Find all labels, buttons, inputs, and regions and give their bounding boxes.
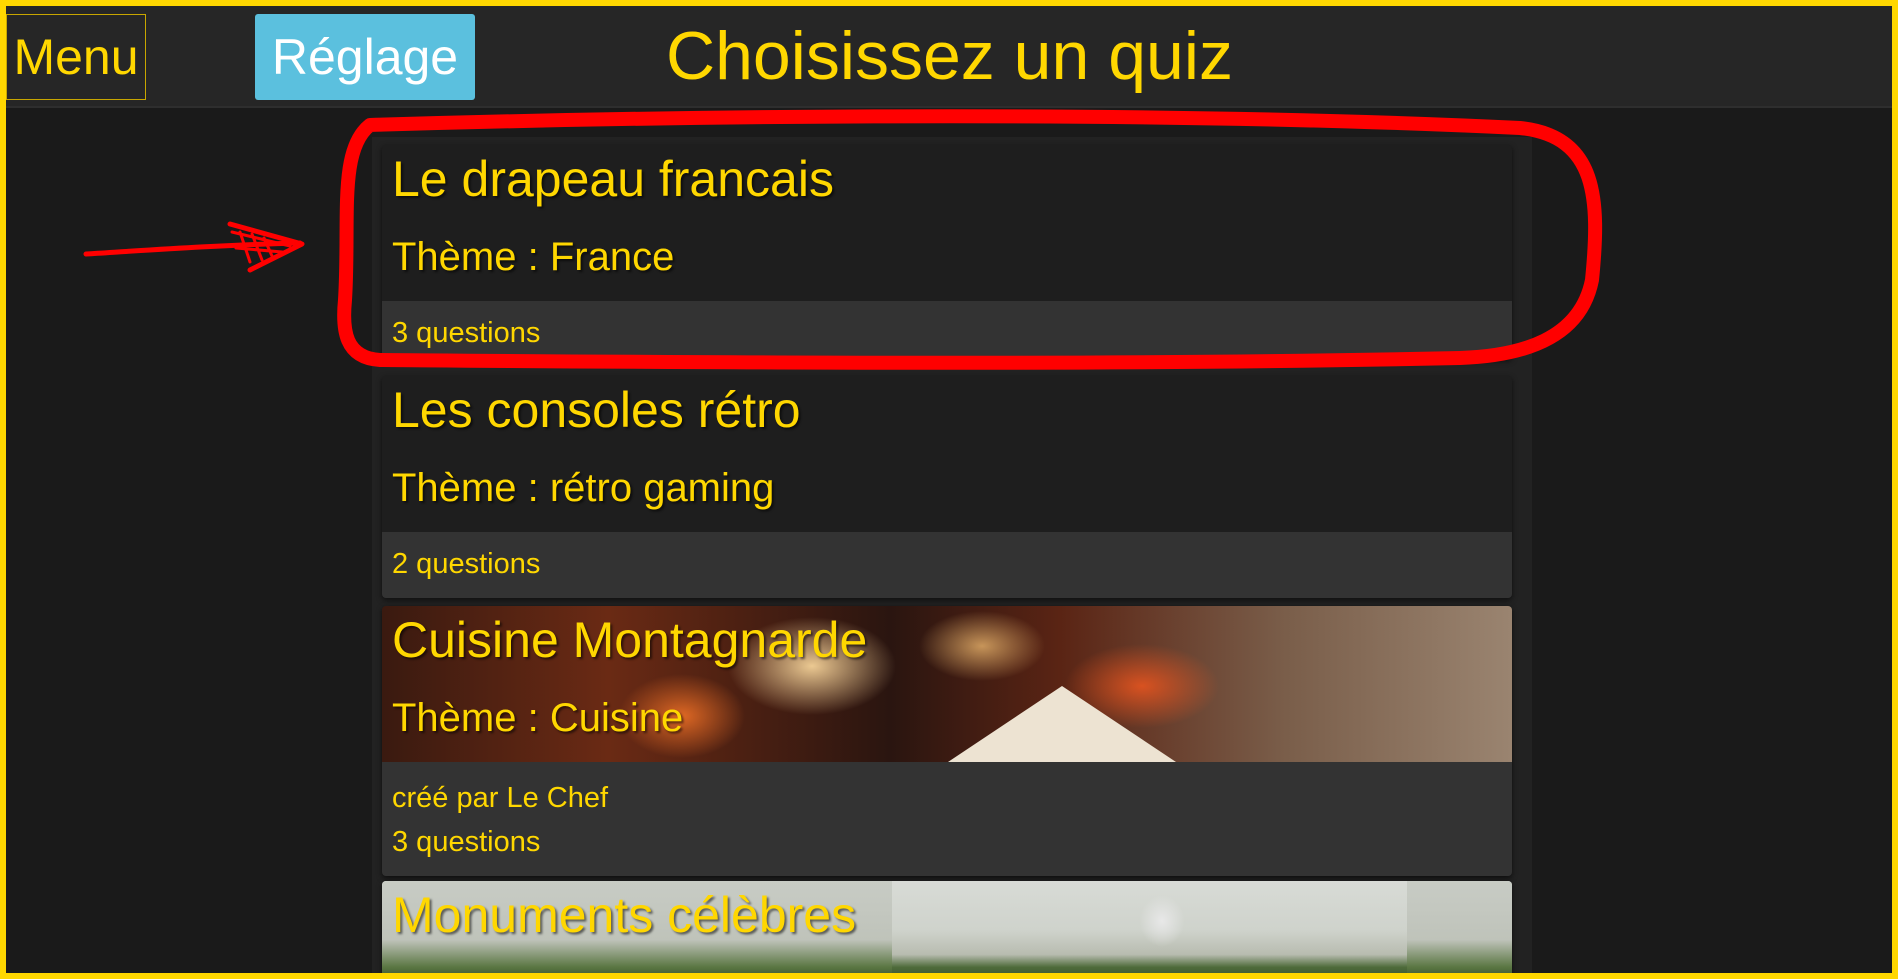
red-circle-annotation: [83, 109, 1603, 370]
highlight-circle: [337, 109, 1603, 370]
arrow-icon: [83, 221, 305, 273]
